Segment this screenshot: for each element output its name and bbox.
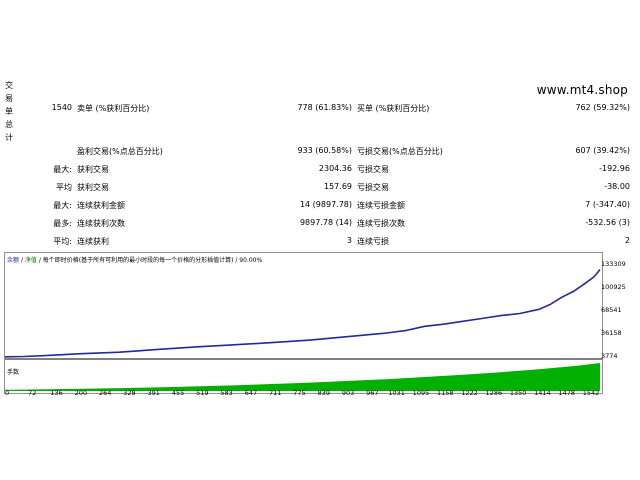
row-label: 亏损交易 xyxy=(357,183,389,192)
lots-label: 手数 xyxy=(7,369,20,376)
row-label: 获利交易 xyxy=(77,165,109,174)
x-tick-label: 1414 xyxy=(534,389,551,397)
x-tick-label: 200 xyxy=(74,389,88,397)
row-value: 9897.78 (14) xyxy=(299,218,352,227)
row-label: 连续亏损 xyxy=(357,237,389,246)
row-label: 卖单 (%获利百分比) xyxy=(77,104,150,113)
row-value: 14 (9897.78) xyxy=(299,200,352,209)
x-tick-label: 328 xyxy=(123,389,136,397)
x-tick-label: 519 xyxy=(196,389,209,397)
y-tick-label: 133309 xyxy=(601,260,626,268)
row-value: -532.56 (3) xyxy=(585,218,630,227)
row-caption: 最大: xyxy=(53,201,72,210)
balance-chart: 余额 / 净值 / 每个即时价格(基于所有可利用的最小时段的每一个价格的分形插值… xyxy=(4,252,603,394)
x-tick-label: 1478 xyxy=(558,389,575,397)
x-tick-label: 583 xyxy=(220,389,233,397)
row-value: 2 xyxy=(624,236,630,245)
row-label: 连续亏损金额 xyxy=(357,201,405,210)
row-value: 2304.36 xyxy=(318,164,352,173)
row-value: 762 (59.32%) xyxy=(575,103,630,112)
x-tick-label: 711 xyxy=(268,389,282,397)
x-tick-label: 967 xyxy=(366,389,379,397)
row-value: -38.00 xyxy=(604,182,630,191)
x-tick-label: 903 xyxy=(341,389,355,397)
x-tick-label: 1031 xyxy=(388,389,405,397)
row-label: 连续获利 xyxy=(77,237,109,246)
x-tick-label: 0 xyxy=(5,389,10,397)
row-value: 778 (61.83%) xyxy=(297,103,352,112)
x-tick-label: 264 xyxy=(98,389,112,397)
row-label: 亏损交易(%点总百分比) xyxy=(357,147,443,156)
y-tick-label: 68541 xyxy=(601,306,622,314)
row-caption: 最多: xyxy=(53,219,72,228)
x-tick-label: 455 xyxy=(171,389,185,397)
x-tick-label: 72 xyxy=(28,389,37,397)
x-tick-label: 1286 xyxy=(485,389,503,397)
row-label: 获利交易 xyxy=(77,183,109,192)
row-label: 亏损交易 xyxy=(357,165,389,174)
x-tick-label: 136 xyxy=(50,389,63,397)
row-value: 157.69 xyxy=(324,182,352,191)
row-label: 买单 (%获利百分比) xyxy=(357,104,430,113)
row-value: 7 (-347.40) xyxy=(585,200,630,209)
row-label: 连续获利金额 xyxy=(77,201,125,210)
row-caption: 最大: xyxy=(53,165,72,174)
row-value: 607 (39.42%) xyxy=(575,146,630,155)
y-tick-label: 3774 xyxy=(601,352,618,360)
chart-plot xyxy=(5,268,602,391)
site-watermark: www.mt4.shop xyxy=(536,83,628,97)
row-value: 933 (60.58%) xyxy=(297,146,352,155)
row-label: 连续获利次数 xyxy=(77,219,125,228)
x-tick-label: 1222 xyxy=(461,389,478,397)
row-label: 连续亏损次数 xyxy=(357,219,405,228)
total-trades-value: 1540 xyxy=(51,103,72,112)
row-value: 3 xyxy=(346,236,352,245)
lots-area xyxy=(5,363,600,391)
balance-series-line xyxy=(5,268,601,358)
y-tick-label: 36158 xyxy=(601,328,622,337)
x-tick-label: 775 xyxy=(293,389,306,397)
side-label: 交 易 单 总 计 xyxy=(5,81,13,142)
x-tick-label: 391 xyxy=(147,389,160,397)
row-value: -192.96 xyxy=(599,164,630,173)
x-tick-label: 839 xyxy=(317,389,330,397)
x-tick-label: 1542 xyxy=(582,389,600,397)
x-tick-label: 1095 xyxy=(412,389,430,397)
y-tick-label: 100925 xyxy=(601,283,626,291)
x-axis: 0 72 136 200 264 328 391 455 519 583 647 711 775 839 9… xyxy=(0,389,640,401)
x-tick-label: 1158 xyxy=(436,389,454,397)
x-tick-label: 647 xyxy=(244,389,258,397)
row-caption: 平均 xyxy=(56,183,72,192)
row-caption: 平均: xyxy=(53,237,72,246)
x-tick-label: 1350 xyxy=(509,389,527,397)
row-label: 盈利交易(%点总百分比) xyxy=(77,147,163,156)
